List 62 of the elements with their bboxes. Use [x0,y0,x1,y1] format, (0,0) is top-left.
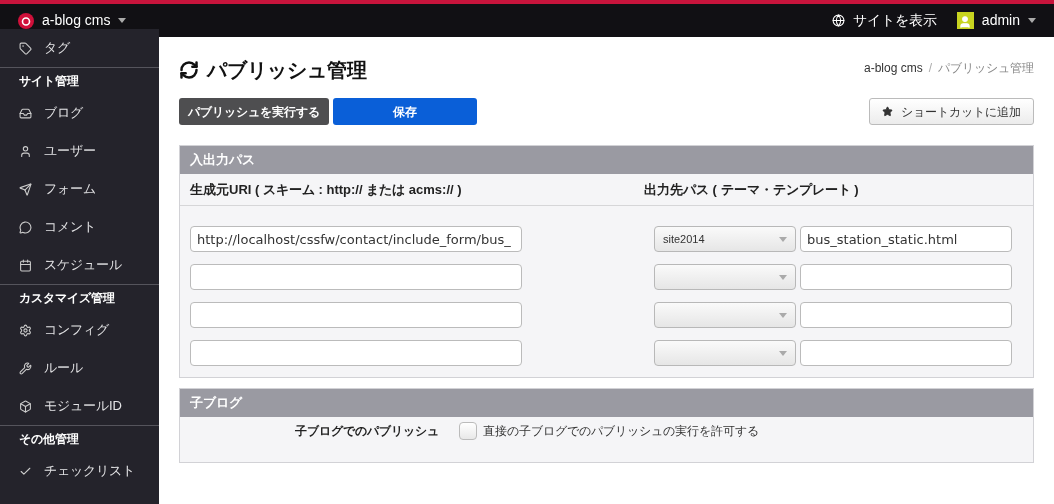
refresh-icon [179,60,199,80]
sidebar-heading: その他管理 [18,431,80,448]
sidebar-item[interactable]: スケジュール [0,246,159,284]
globe-icon [831,14,845,27]
caret-icon [779,274,787,280]
breadcrumb-link[interactable]: a-blog cms [863,59,923,77]
theme-select[interactable] [654,264,796,290]
avatar-icon [956,12,974,29]
calendar-icon [19,258,32,272]
logo-icon [18,12,34,29]
checkbox[interactable] [459,422,477,440]
caret-icon [118,18,127,23]
checkbox-label: 直接の子ブログでのパブリッシュの実行を許可する [483,423,759,440]
sidebar-heading: サイト管理 [18,73,80,90]
brand-menu[interactable]: a-blog cms [18,10,127,31]
panel-title: 子ブログ [180,389,1033,417]
caret-icon [779,312,787,318]
output-path-field[interactable]: bus_station_static.html [800,226,1012,252]
tray-icon [19,106,32,120]
output-path-field[interactable] [800,340,1012,366]
sidebar-item[interactable]: チェックリスト [0,452,159,490]
page-title: パブリッシュ管理 [207,58,367,83]
source-uri-field[interactable]: http://localhost/cssfw/contact/include_form/bus_ [190,226,522,252]
sidebar-heading: カスタマイズ管理 [18,290,116,307]
save-button[interactable]: 保存 [333,98,477,125]
column-header: 出力先パス ( テーマ・テンプレート ) [644,180,859,199]
source-uri-field[interactable] [190,340,522,366]
output-path-field[interactable] [800,264,1012,290]
user-icon [19,144,32,158]
breadcrumb-separator: / [928,60,932,77]
sidebar-item[interactable]: コメント [0,208,159,246]
caret-icon [779,236,787,242]
paper-plane-icon [19,182,32,196]
publish-button[interactable]: パブリッシュを実行する [179,98,329,125]
star-icon [882,106,893,117]
sidebar-item[interactable]: コンフィグ [0,311,159,349]
output-path-field[interactable] [800,302,1012,328]
sidebar-item[interactable]: モジュールID [0,387,159,425]
source-uri-field[interactable] [190,302,522,328]
gear-icon [19,323,32,337]
theme-select[interactable] [654,340,796,366]
column-header: 生成元URI ( スキーム : http:// または acms:// ) [189,180,463,199]
panel-title: 入出力パス [180,146,1033,174]
sidebar-item[interactable]: ルール [0,349,159,387]
theme-select[interactable]: site2014 [654,226,796,252]
user-menu[interactable]: admin [956,10,1036,31]
shortcut-button[interactable]: ショートカットに追加 [869,98,1034,125]
sidebar-item[interactable]: ブログ [0,94,159,132]
source-uri-field[interactable] [190,264,522,290]
speech-bubble-icon [19,220,32,234]
sidebar-item[interactable]: タグ [0,29,159,67]
field-label: 子ブログでのパブリッシュ [294,423,439,440]
view-site-link[interactable]: サイトを表示 [831,10,937,31]
sidebar-item[interactable]: フォーム [0,170,159,208]
caret-icon [779,350,787,356]
wrench-icon [19,361,32,375]
sidebar-item[interactable]: ユーザー [0,132,159,170]
caret-icon [1028,18,1036,23]
box-icon [19,399,32,413]
tag-icon [19,41,32,55]
breadcrumb-current: パブリッシュ管理 [938,60,1034,77]
theme-select[interactable] [654,302,796,328]
